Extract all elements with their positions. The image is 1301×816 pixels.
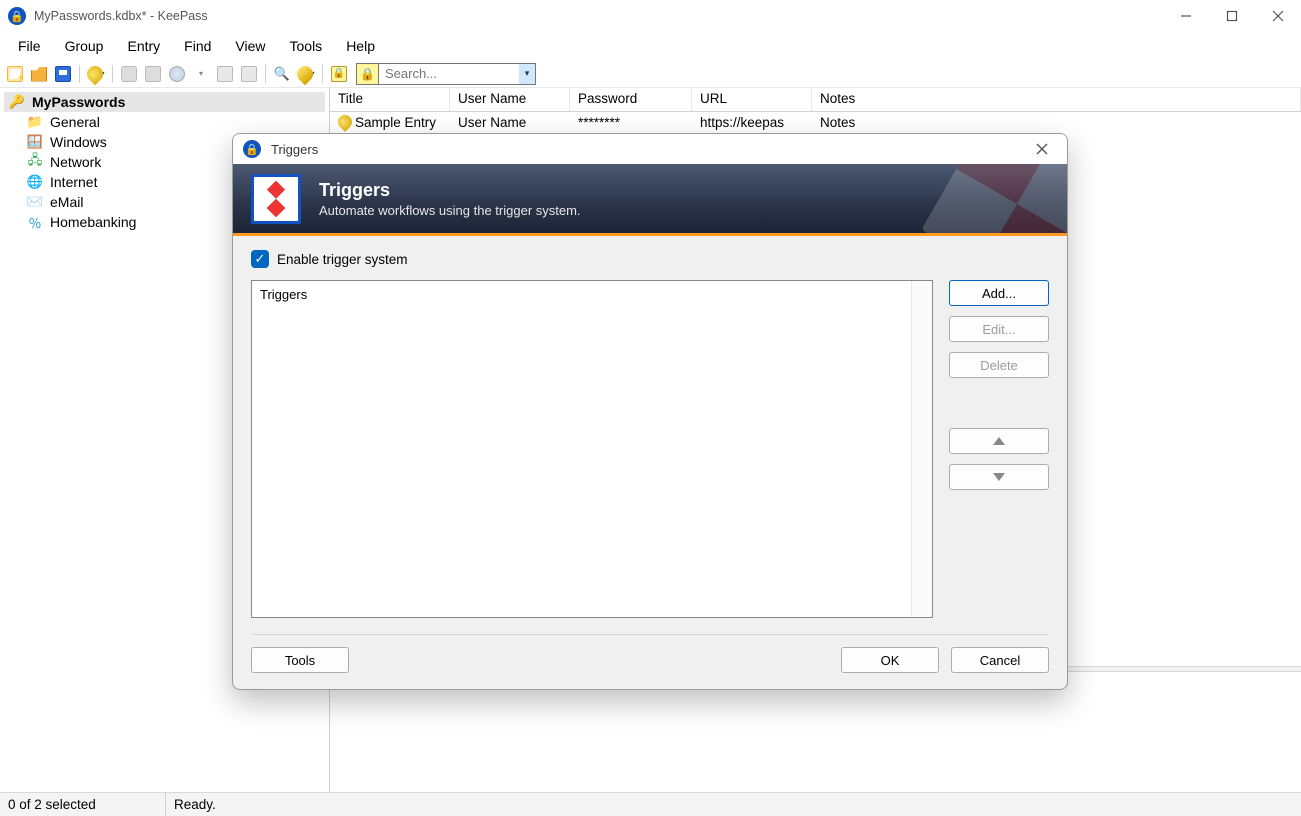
dialog-cancel-button[interactable]: Cancel	[951, 647, 1049, 673]
dialog-app-icon: 🔒	[243, 140, 261, 158]
dialog-footer: Tools OK Cancel	[233, 647, 1067, 689]
enable-trigger-checkbox[interactable]: ✓	[251, 250, 269, 268]
move-down-button[interactable]	[949, 464, 1049, 490]
move-up-button[interactable]	[949, 428, 1049, 454]
dialog-separator	[251, 634, 1049, 635]
dialog-titlebar: 🔒 Triggers	[233, 134, 1067, 164]
delete-trigger-button[interactable]: Delete	[949, 352, 1049, 378]
dialog-close-button[interactable]	[1027, 134, 1057, 164]
edit-trigger-button[interactable]: Edit...	[949, 316, 1049, 342]
dialog-side-buttons: Add... Edit... Delete	[949, 280, 1049, 618]
banner-decoration	[921, 164, 1067, 236]
enable-trigger-label: Enable trigger system	[277, 252, 408, 267]
triggers-listbox[interactable]: Triggers	[251, 280, 933, 618]
triggers-dialog: 🔒 Triggers Triggers Automate workflows u…	[232, 133, 1068, 690]
dialog-ok-button[interactable]: OK	[841, 647, 939, 673]
dialog-banner: Triggers Automate workflows using the tr…	[233, 164, 1067, 236]
triggers-banner-icon	[251, 174, 301, 224]
dialog-backdrop: 🔒 Triggers Triggers Automate workflows u…	[0, 0, 1301, 816]
dialog-subheading: Automate workflows using the trigger sys…	[319, 203, 581, 218]
triggers-list-header: Triggers	[260, 287, 307, 302]
dialog-title-text: Triggers	[271, 142, 318, 157]
dialog-tools-button[interactable]: Tools	[251, 647, 349, 673]
dialog-heading: Triggers	[319, 180, 581, 201]
add-trigger-button[interactable]: Add...	[949, 280, 1049, 306]
enable-trigger-row[interactable]: ✓ Enable trigger system	[251, 250, 1049, 268]
